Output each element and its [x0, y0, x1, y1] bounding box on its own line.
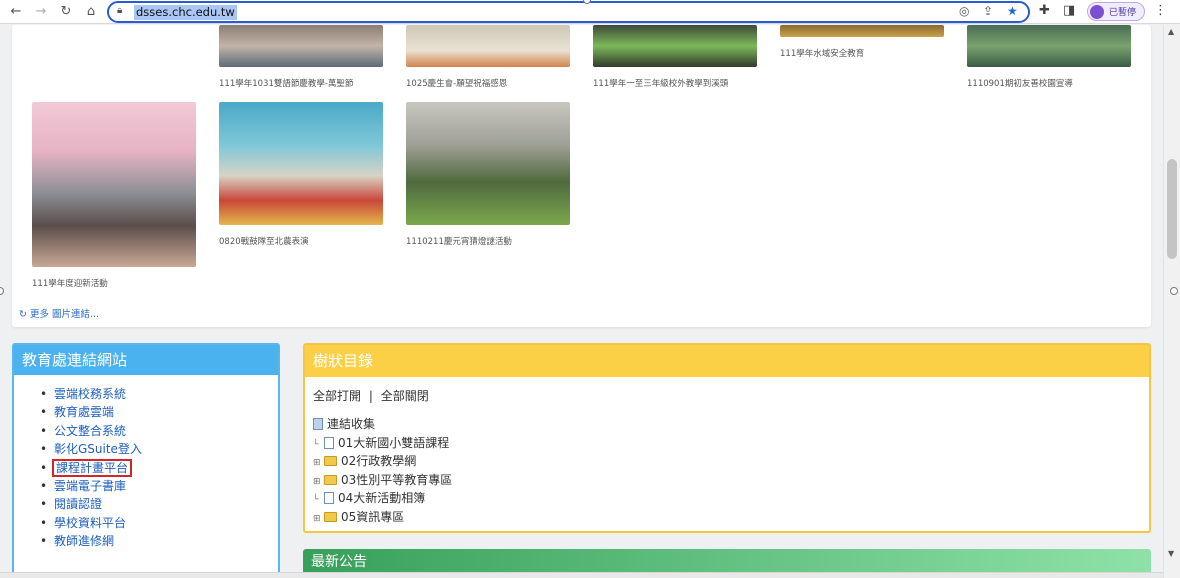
- photo-thumbnail[interactable]: [32, 102, 196, 267]
- expand-all-link[interactable]: 全部打開: [313, 389, 361, 403]
- forward-arrow-icon[interactable]: →: [31, 2, 51, 22]
- photo-thumbnail[interactable]: [593, 25, 757, 67]
- tree-title: 樹狀目錄: [305, 345, 1149, 377]
- more-photos-label: 更多 圖片連結...: [30, 309, 100, 320]
- separator: |: [368, 389, 373, 403]
- edu-link-item[interactable]: 閱讀認證: [38, 495, 278, 514]
- reload-icon[interactable]: ↻: [56, 2, 76, 22]
- share-icon[interactable]: ⇪: [983, 4, 993, 18]
- tree-view: 連結收集 └ 01大新國小雙語課程 ⊞ 02行政教學網 ⊞ 03性別平等教育專區 └ 0…: [313, 415, 452, 526]
- bookmark-star-icon[interactable]: ★: [1007, 4, 1018, 18]
- refresh-icon: ↻: [19, 309, 27, 320]
- photo-caption[interactable]: 111學年1031雙語節慶教學-萬聖節: [219, 77, 353, 89]
- bottom-frame: [0, 572, 1163, 578]
- news-title: 最新公告: [311, 554, 367, 570]
- page-icon: [324, 492, 334, 504]
- photo-thumbnail[interactable]: [780, 25, 944, 37]
- address-bar[interactable]: 🔒︎ dsses.chc.edu.tw ◎ ⇪ ★: [107, 1, 1030, 23]
- url-text[interactable]: dsses.chc.edu.tw: [134, 5, 237, 20]
- tree-node[interactable]: ⊞ 02行政教學網: [313, 452, 452, 471]
- book-icon: [313, 418, 323, 430]
- tree-node[interactable]: └ 04大新活動相簿: [313, 489, 452, 508]
- profile-button[interactable]: 已暫停: [1087, 2, 1145, 21]
- avatar: [1090, 5, 1104, 19]
- photo-caption[interactable]: 111學年水域安全教育: [780, 47, 864, 59]
- menu-kebab-icon[interactable]: ⋮: [1154, 3, 1167, 18]
- more-photos-link[interactable]: ↻ 更多 圖片連結...: [19, 306, 99, 320]
- tree-node[interactable]: └ 01大新國小雙語課程: [313, 434, 452, 453]
- side-panel-icon[interactable]: ◨: [1063, 3, 1075, 18]
- tree-line-icon: └: [313, 439, 319, 450]
- edu-link-item[interactable]: 彰化GSuite登入: [38, 440, 278, 459]
- photo-thumbnail[interactable]: [406, 102, 570, 225]
- photo-caption[interactable]: 1110901期初友善校園宣導: [967, 77, 1073, 89]
- profile-label: 已暫停: [1109, 8, 1137, 18]
- expand-plus-icon[interactable]: ⊞: [313, 514, 324, 524]
- photo-thumbnail[interactable]: [219, 102, 383, 225]
- edu-links-title: 教育處連結網站: [14, 345, 278, 375]
- edu-link-item-highlighted[interactable]: 課程計畫平台: [38, 458, 278, 477]
- edu-link-item[interactable]: 公文整合系統: [38, 422, 278, 441]
- scroll-thumb[interactable]: [1167, 159, 1177, 259]
- photo-thumbnail[interactable]: [967, 25, 1131, 67]
- tree-actions: 全部打開 | 全部關閉: [313, 387, 429, 404]
- edu-link-item[interactable]: 雲端校務系統: [38, 385, 278, 404]
- photo-caption[interactable]: 0820戰鼓隊至北農表演: [219, 235, 309, 247]
- scroll-up-arrow-icon[interactable]: ▲: [1168, 27, 1174, 36]
- folder-icon: [324, 511, 337, 522]
- tree-node[interactable]: ⊞ 05資訊專區: [313, 508, 452, 527]
- page-viewport: 111學年1031雙語節慶教學-萬聖節 1025慶生會-願望祝福感恩 111學年…: [0, 25, 1163, 578]
- folder-icon: [324, 456, 337, 466]
- photo-thumbnail[interactable]: [219, 25, 383, 67]
- back-arrow-icon[interactable]: ←: [6, 2, 26, 22]
- home-icon[interactable]: ⌂: [81, 2, 101, 22]
- lens-icon[interactable]: ◎: [959, 4, 969, 18]
- photo-caption[interactable]: 111學年一至三年級校外教學到溪頭: [593, 77, 728, 89]
- photo-caption[interactable]: 1110211慶元宵猜燈謎活動: [406, 235, 512, 247]
- edu-link-item[interactable]: 雲端電子書庫: [38, 477, 278, 496]
- edu-link-item[interactable]: 學校資料平台: [38, 514, 278, 533]
- photo-caption[interactable]: 1025慶生會-願望祝福感恩: [406, 77, 507, 89]
- browser-toolbar: ← → ↻ ⌂ 🔒︎ dsses.chc.edu.tw ◎ ⇪ ★ ✚ ◨ 已暫…: [0, 0, 1180, 24]
- lock-icon: 🔒︎: [117, 5, 123, 16]
- folder-icon: [324, 474, 337, 485]
- edu-link-item[interactable]: 教育處雲端: [38, 403, 278, 422]
- edu-links-list: 雲端校務系統 教育處雲端 公文整合系統 彰化GSuite登入 課程計畫平台 雲端…: [14, 375, 278, 551]
- vertical-scrollbar[interactable]: ▲ ▼: [1163, 25, 1180, 578]
- scroll-down-arrow-icon[interactable]: ▼: [1168, 549, 1174, 558]
- expand-plus-icon[interactable]: ⊞: [313, 458, 324, 468]
- tree-line-icon: └: [313, 495, 319, 505]
- photo-thumbnail[interactable]: [406, 25, 570, 67]
- resize-handle[interactable]: [1170, 287, 1178, 295]
- edu-links-panel: 教育處連結網站 雲端校務系統 教育處雲端 公文整合系統 彰化GSuite登入 課…: [12, 343, 280, 578]
- photo-caption[interactable]: 111學年度迎新活動: [32, 277, 108, 289]
- tree-root[interactable]: 連結收集: [313, 415, 452, 434]
- expand-plus-icon[interactable]: ⊞: [313, 477, 324, 487]
- extensions-icon[interactable]: ✚: [1039, 3, 1050, 18]
- tree-node[interactable]: ⊞ 03性別平等教育專區: [313, 471, 452, 490]
- tree-directory-panel: 樹狀目錄 全部打開 | 全部關閉 連結收集 └ 01大新國小雙語課程 ⊞ 02行政教…: [303, 343, 1151, 533]
- edu-link-item[interactable]: 教師進修網: [38, 532, 278, 551]
- collapse-all-link[interactable]: 全部關閉: [381, 389, 429, 403]
- page-icon: [324, 436, 334, 449]
